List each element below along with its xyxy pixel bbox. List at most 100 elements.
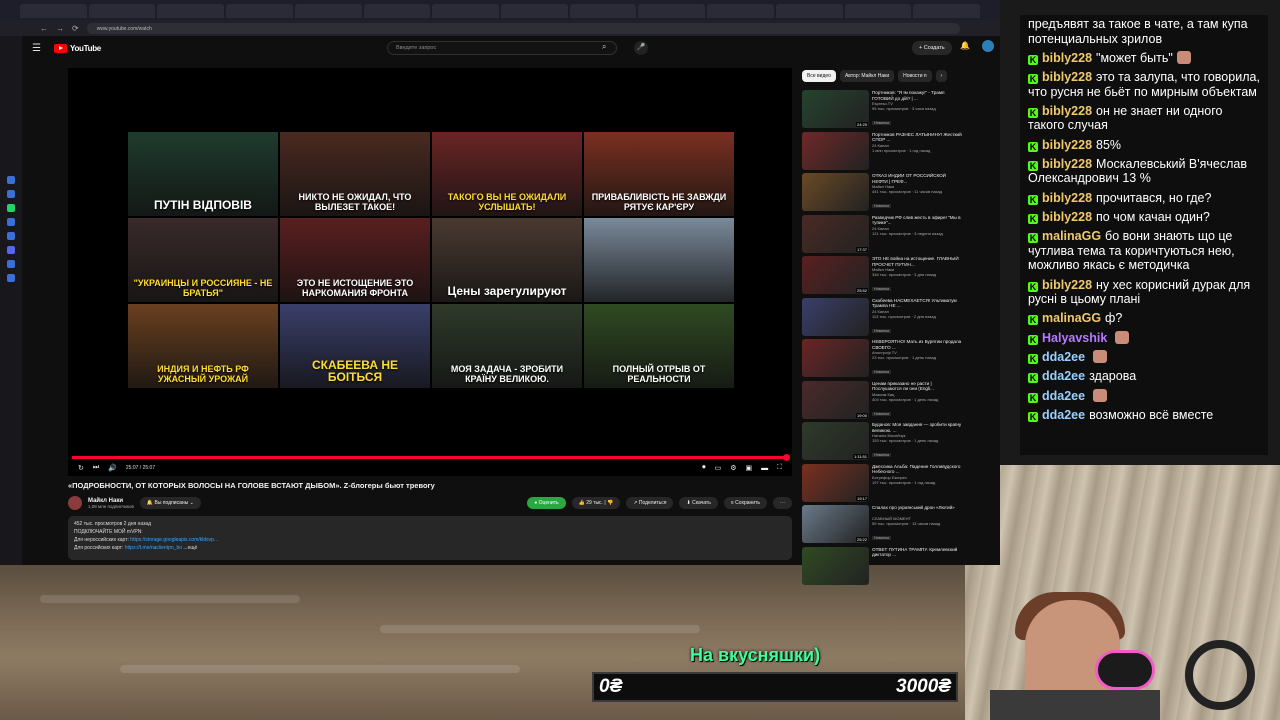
search-input[interactable]: Введите запрос <box>387 41 617 55</box>
forward-icon[interactable]: → <box>56 24 64 33</box>
search-icon[interactable]: ⌕ <box>602 42 606 52</box>
replay-icon[interactable]: ↻ <box>78 464 84 472</box>
browser-tab[interactable] <box>775 4 843 18</box>
recommendation-thumbnail[interactable] <box>802 131 869 170</box>
theater-mode-icon[interactable]: ▬ <box>761 465 768 472</box>
account-avatar[interactable] <box>982 40 994 52</box>
filter-chip[interactable]: Автор: Майкл Наки <box>839 70 895 82</box>
recommendation-item[interactable]: 25:22 Спалах про український дрон «Лютий»… <box>802 505 962 547</box>
notifications-icon[interactable]: 🔔 <box>960 41 970 50</box>
chat-username[interactable]: dda2ee <box>1042 389 1085 403</box>
description-link[interactable]: https://t.me/naclientpn_bo <box>125 545 182 551</box>
recommendation-title[interactable]: Джессика Альба: Падение Голливудского Не… <box>872 464 962 475</box>
sidebar-app-icon[interactable] <box>7 176 15 184</box>
recommendation-item[interactable]: ОТВЕТ ПУТИНА ТРАМПУ. Кремлевский диктато… <box>802 546 962 589</box>
recommendation-thumbnail[interactable] <box>802 339 869 377</box>
browser-tab[interactable] <box>226 4 293 18</box>
recommendation-thumbnail[interactable]: 25:52 <box>802 256 869 294</box>
recommendation-thumbnail[interactable]: 25:22 <box>802 505 869 543</box>
recommendation-item[interactable]: ОТКАЗ ИНДИИ ОТ РОССИЙСКОЙ НЕФТИ | ГРЕФ..… <box>802 173 962 215</box>
recommendation-thumbnail[interactable]: 17:37 <box>802 214 869 253</box>
chat-username[interactable]: bibly228 <box>1042 278 1092 292</box>
recommendation-title[interactable]: ОТВЕТ ПУТИНА ТРАМПУ. Кремлевский диктато… <box>872 547 962 558</box>
recommendation-thumbnail[interactable] <box>802 297 869 336</box>
browser-tab[interactable] <box>294 4 362 18</box>
chevron-right-icon[interactable]: › <box>935 70 948 82</box>
chat-username[interactable]: bibly228 <box>1042 191 1092 205</box>
recommendation-item[interactable]: Портников РАЗНЕС ЛАТЫНИНУ! Жесткий СПОР … <box>802 131 962 174</box>
recommendation-item[interactable]: 19:17 Джессика Альба: Падение Голливудско… <box>802 463 962 506</box>
reload-icon[interactable]: ⟳ <box>72 24 79 33</box>
browser-tab[interactable] <box>569 4 637 18</box>
microphone-icon[interactable]: 🎤 <box>634 41 648 55</box>
chat-username[interactable]: bibly228 <box>1042 157 1092 171</box>
recommendation-item[interactable]: 24:25 Портников: "Я їм покажу!" - Трамп Г… <box>802 90 962 132</box>
recommendation-title[interactable]: Спалах про український дрон «Лютий» <box>872 505 962 516</box>
sidebar-app-icon[interactable] <box>7 274 15 282</box>
chat-username[interactable]: dda2ee <box>1042 369 1085 383</box>
browser-tab[interactable] <box>157 4 225 18</box>
recommendation-thumbnail[interactable] <box>802 546 869 585</box>
more-options-icon[interactable]: ⋯ <box>773 497 792 509</box>
browser-tab[interactable] <box>432 4 500 18</box>
video-description[interactable]: 452 тыс. просмотров 2 дня назад ПОДКЛЮЧА… <box>68 516 792 560</box>
sidebar-app-icon[interactable] <box>7 190 15 198</box>
recommendation-item[interactable]: НЕВЕРОЯТНО! Мать из Бурятии продала СВОЕ… <box>802 339 962 381</box>
settings-icon[interactable]: ⚙ <box>730 464 736 472</box>
subtitles-icon[interactable]: ▭ <box>715 464 722 472</box>
back-icon[interactable]: ← <box>40 24 48 33</box>
chat-username[interactable]: dda2ee <box>1042 408 1085 422</box>
browser-tab[interactable] <box>844 4 912 18</box>
recommendation-title[interactable]: Буданов: Моя завдання — зробити країну в… <box>872 422 962 433</box>
recommendation-item[interactable]: Скабеева НАСМЕХАЕТСЯ! Ультиматум Трампа … <box>802 297 962 340</box>
show-more-link[interactable]: ...ещё <box>183 545 197 551</box>
sidebar-app-icon[interactable] <box>7 218 15 226</box>
create-button[interactable]: + Создать <box>912 41 952 55</box>
url-field[interactable]: www.youtube.com/watch <box>86 22 960 34</box>
chat-username[interactable]: bibly228 <box>1042 70 1092 84</box>
recommendation-title[interactable]: ОТКАЗ ИНДИИ ОТ РОССИЙСКОЙ НЕФТИ | ГРЕФ..… <box>872 173 962 184</box>
recommendation-thumbnail[interactable]: 19:17 <box>802 463 869 502</box>
recommendation-title[interactable]: Портников РАЗНЕС ЛАТЫНИНУ! Жесткий СПОР … <box>872 132 962 143</box>
browser-tab[interactable] <box>913 4 981 18</box>
recommendation-thumbnail[interactable]: 1:11:51 <box>802 422 869 460</box>
share-button[interactable]: ↗ Поделиться <box>626 497 674 509</box>
browser-tab[interactable] <box>88 4 156 18</box>
browser-tab[interactable] <box>363 4 431 18</box>
chat-username[interactable]: malinaGG <box>1042 229 1101 243</box>
recommendation-item[interactable]: 19:00 Ценам приказано не расти | Послушаю… <box>802 380 962 423</box>
hamburger-menu-icon[interactable]: ☰ <box>32 43 46 54</box>
recommendation-title[interactable]: Ценам приказано не расти | Послушаются л… <box>872 381 962 392</box>
recommendation-title[interactable]: ЭТО НЕ война на истощение. ГЛАВНЫЙ ПРОСЧ… <box>872 256 962 267</box>
recommendation-item[interactable]: 17:37 Разведчик РФ слив жесть в эфире! "М… <box>802 214 962 257</box>
subscribed-button[interactable]: 🔔 Вы подписаны ⌄ <box>139 497 201 509</box>
like-button[interactable]: 👍 29 тыс. | 👎 <box>571 497 621 509</box>
download-button[interactable]: ⬇ Скачать <box>679 497 718 509</box>
video-player[interactable]: ПУТІН ВІДПОВІВ НИКТО НЕ ОЖИДАЛ, ЧТО ВЫЛЕЗ… <box>68 68 792 476</box>
sidebar-app-icon[interactable] <box>7 204 15 212</box>
fullscreen-icon[interactable]: ⛶ <box>777 464 782 472</box>
chat-username[interactable]: bibly228 <box>1042 51 1092 65</box>
autoplay-toggle-icon[interactable]: ⏺ <box>702 464 706 472</box>
sidebar-app-icon[interactable] <box>7 232 15 240</box>
description-link[interactable]: https://storage.googleapis.com/kldsvp... <box>130 537 218 543</box>
progress-bar[interactable] <box>72 454 790 461</box>
volume-icon[interactable]: 🔊 <box>108 464 117 472</box>
filter-chip[interactable]: Новости п <box>898 70 932 82</box>
filter-chip[interactable]: Все видео <box>802 70 836 82</box>
channel-avatar[interactable] <box>68 496 82 510</box>
browser-tab[interactable] <box>638 4 706 18</box>
next-icon[interactable]: ⏭ <box>93 464 99 472</box>
recommendation-title[interactable]: Портников: "Я їм покажу!" - Трамп ГОТОВИ… <box>872 90 962 101</box>
recommendation-title[interactable]: Скабеева НАСМЕХАЕТСЯ! Ультиматум Трампа … <box>872 298 962 309</box>
browser-tab[interactable] <box>20 4 87 18</box>
recommendation-title[interactable]: НЕВЕРОЯТНО! Мать из Бурятии продала СВОЕ… <box>872 339 962 350</box>
chat-username[interactable]: dda2ee <box>1042 350 1085 364</box>
recommendation-thumbnail[interactable] <box>802 173 869 211</box>
browser-tab[interactable] <box>707 4 774 18</box>
chat-username[interactable]: bibly228 <box>1042 210 1092 224</box>
sidebar-app-icon[interactable] <box>7 246 15 254</box>
sidebar-app-icon[interactable] <box>7 260 15 268</box>
recommendation-item[interactable]: 1:11:51 Буданов: Моя завдання — зробити к… <box>802 422 962 464</box>
recommendation-thumbnail[interactable]: 24:25 <box>802 90 869 128</box>
